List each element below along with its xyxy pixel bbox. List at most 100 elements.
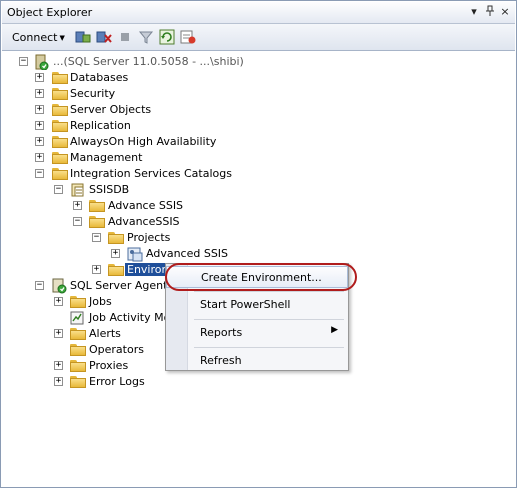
folder-icon <box>52 168 68 180</box>
window-position-icon[interactable]: ▾ <box>467 5 481 19</box>
menu-item-label: Create Environment... <box>201 271 322 284</box>
menu-item-refresh[interactable]: Refresh <box>166 350 348 372</box>
tree-node-projects[interactable]: − Projects <box>2 230 302 246</box>
node-label: Proxies <box>89 359 129 372</box>
pin-icon[interactable] <box>483 5 497 19</box>
panel-titlebar: Object Explorer ▾ × <box>2 2 515 24</box>
server-icon <box>35 54 49 70</box>
activity-monitor-icon[interactable] <box>180 29 196 45</box>
expand-icon[interactable]: + <box>35 137 44 146</box>
folder-icon <box>70 344 86 356</box>
panel-title: Object Explorer <box>7 6 93 19</box>
toolbar: Connect ▼ <box>2 24 515 51</box>
filter-icon[interactable] <box>138 29 154 45</box>
tree-node-databases[interactable]: + Databases <box>2 70 302 86</box>
node-label-selected: Environ <box>125 263 171 276</box>
tree-node-advance-ssis[interactable]: + Advance SSIS <box>2 198 302 214</box>
expand-icon[interactable]: + <box>92 265 101 274</box>
expand-icon[interactable]: + <box>54 361 63 370</box>
folder-icon <box>108 264 124 276</box>
connect-button[interactable]: Connect ▼ <box>12 31 65 44</box>
node-label: AlwaysOn High Availability <box>70 135 217 148</box>
folder-icon <box>52 88 68 100</box>
tree-node-integration-catalogs[interactable]: − Integration Services Catalogs <box>2 166 302 182</box>
chevron-down-icon: ▼ <box>59 34 65 42</box>
tree-node-security[interactable]: + Security <box>2 86 302 102</box>
menu-item-label: Reports <box>200 326 243 339</box>
folder-icon <box>70 328 86 340</box>
expand-icon[interactable]: + <box>35 73 44 82</box>
refresh-icon[interactable] <box>159 29 175 45</box>
expand-icon[interactable]: + <box>54 377 63 386</box>
collapse-icon[interactable]: − <box>19 57 28 66</box>
node-label: Advanced SSIS <box>146 247 229 260</box>
collapse-icon[interactable]: − <box>92 233 101 242</box>
node-label: Error Logs <box>89 375 145 388</box>
expand-icon[interactable]: + <box>54 329 63 338</box>
menu-separator <box>194 291 344 292</box>
menu-item-label: Start PowerShell <box>200 298 291 311</box>
menu-separator <box>194 319 344 320</box>
connect-label: Connect <box>12 31 58 44</box>
folder-icon <box>52 120 68 132</box>
job-activity-icon <box>70 311 84 325</box>
folder-icon <box>89 200 105 212</box>
project-icon <box>127 247 143 262</box>
collapse-icon[interactable]: − <box>73 217 82 226</box>
context-menu: Create Environment... Start PowerShell R… <box>165 263 349 371</box>
folder-icon <box>70 296 86 308</box>
server-label: ...(SQL Server 11.0.5058 - ...\shibi) <box>53 55 244 68</box>
node-label: Replication <box>70 119 131 132</box>
folder-icon <box>108 232 124 244</box>
expand-icon[interactable]: + <box>35 153 44 162</box>
menu-item-reports[interactable]: Reports ▶ <box>166 322 348 344</box>
tree-node-advanced-ssis-project[interactable]: + Advanced SSIS <box>2 246 302 262</box>
node-label: Server Objects <box>70 103 152 116</box>
tree-node-advancessis[interactable]: − AdvanceSSIS <box>2 214 302 230</box>
folder-icon <box>70 376 86 388</box>
collapse-icon[interactable]: − <box>35 281 44 290</box>
expand-icon[interactable]: + <box>111 249 120 258</box>
node-label: Projects <box>127 231 171 244</box>
expand-icon[interactable]: + <box>35 121 44 130</box>
folder-icon <box>89 216 105 228</box>
folder-icon <box>52 104 68 116</box>
expand-icon[interactable]: + <box>35 105 44 114</box>
collapse-icon[interactable]: − <box>54 185 63 194</box>
catalog-icon <box>71 183 84 197</box>
node-label: Alerts <box>89 327 121 340</box>
menu-item-start-powershell[interactable]: Start PowerShell <box>166 294 348 316</box>
node-label: Integration Services Catalogs <box>70 167 232 180</box>
tree-node-server-objects[interactable]: + Server Objects <box>2 102 302 118</box>
node-label: Security <box>70 87 116 100</box>
collapse-icon[interactable]: − <box>35 169 44 178</box>
tree-node-replication[interactable]: + Replication <box>2 118 302 134</box>
expand-icon[interactable]: + <box>54 297 63 306</box>
close-icon[interactable]: × <box>498 5 512 19</box>
chevron-right-icon: ▶ <box>331 325 338 335</box>
node-label: Jobs <box>89 295 112 308</box>
node-label: SSISDB <box>89 183 130 196</box>
object-explorer-panel: Object Explorer ▾ × Connect ▼ − ...(SQL S… <box>0 0 517 488</box>
menu-item-label: Refresh <box>200 354 242 367</box>
expand-icon[interactable]: + <box>35 89 44 98</box>
tree-node-server[interactable]: − ...(SQL Server 11.0.5058 - ...\shibi) <box>2 54 302 70</box>
agent-icon <box>52 278 67 294</box>
menu-item-create-environment[interactable]: Create Environment... <box>166 266 348 288</box>
tree-node-management[interactable]: + Management <box>2 150 302 166</box>
tree-node-error-logs[interactable]: + Error Logs <box>2 374 302 390</box>
disconnect-icon[interactable] <box>96 29 112 45</box>
node-label: Operators <box>89 343 144 356</box>
node-label: AdvanceSSIS <box>108 215 180 228</box>
node-label: Management <box>70 151 143 164</box>
folder-icon <box>52 152 68 164</box>
menu-separator <box>194 347 344 348</box>
stop-icon[interactable] <box>117 29 133 45</box>
expand-icon[interactable]: + <box>73 201 82 210</box>
tree-node-ssisdb[interactable]: − SSISDB <box>2 182 302 198</box>
tree-node-alwayson[interactable]: + AlwaysOn High Availability <box>2 134 302 150</box>
node-label: SQL Server Agent <box>70 279 168 292</box>
node-label: Databases <box>70 71 129 84</box>
folder-icon <box>52 136 68 148</box>
connect-server-icon[interactable] <box>75 29 91 45</box>
